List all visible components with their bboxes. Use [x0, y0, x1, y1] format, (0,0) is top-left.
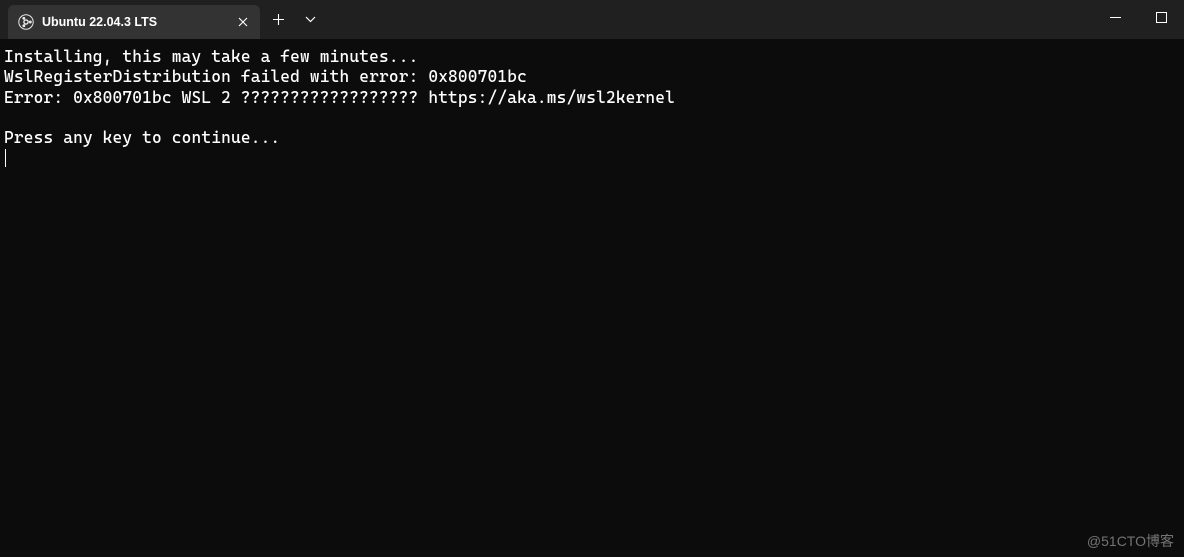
terminal-cursor — [5, 149, 6, 167]
tab-dropdown-button[interactable] — [294, 4, 326, 36]
terminal-output[interactable]: Installing, this may take a few minutes.… — [0, 39, 1184, 177]
output-line: Error: 0x800701bc WSL 2 ????????????????… — [4, 88, 675, 107]
output-line: Installing, this may take a few minutes.… — [4, 47, 418, 66]
watermark: @51CTO博客 — [1087, 531, 1174, 551]
maximize-button[interactable] — [1138, 0, 1184, 34]
chevron-down-icon — [305, 16, 316, 23]
output-line: Press any key to continue... — [4, 128, 280, 147]
tab-ubuntu[interactable]: Ubuntu 22.04.3 LTS — [8, 5, 260, 39]
close-icon — [238, 17, 248, 27]
tab-close-button[interactable] — [234, 13, 252, 31]
new-tab-button[interactable] — [262, 4, 294, 36]
titlebar-actions — [262, 0, 326, 39]
minimize-button[interactable] — [1092, 0, 1138, 34]
window-controls — [1092, 0, 1184, 39]
output-line: WslRegisterDistribution failed with erro… — [4, 67, 527, 86]
maximize-icon — [1156, 12, 1167, 23]
minimize-icon — [1110, 12, 1121, 23]
titlebar: Ubuntu 22.04.3 LTS — [0, 0, 1184, 39]
ubuntu-icon — [18, 14, 34, 30]
plus-icon — [273, 14, 284, 25]
tab-title: Ubuntu 22.04.3 LTS — [42, 15, 226, 29]
